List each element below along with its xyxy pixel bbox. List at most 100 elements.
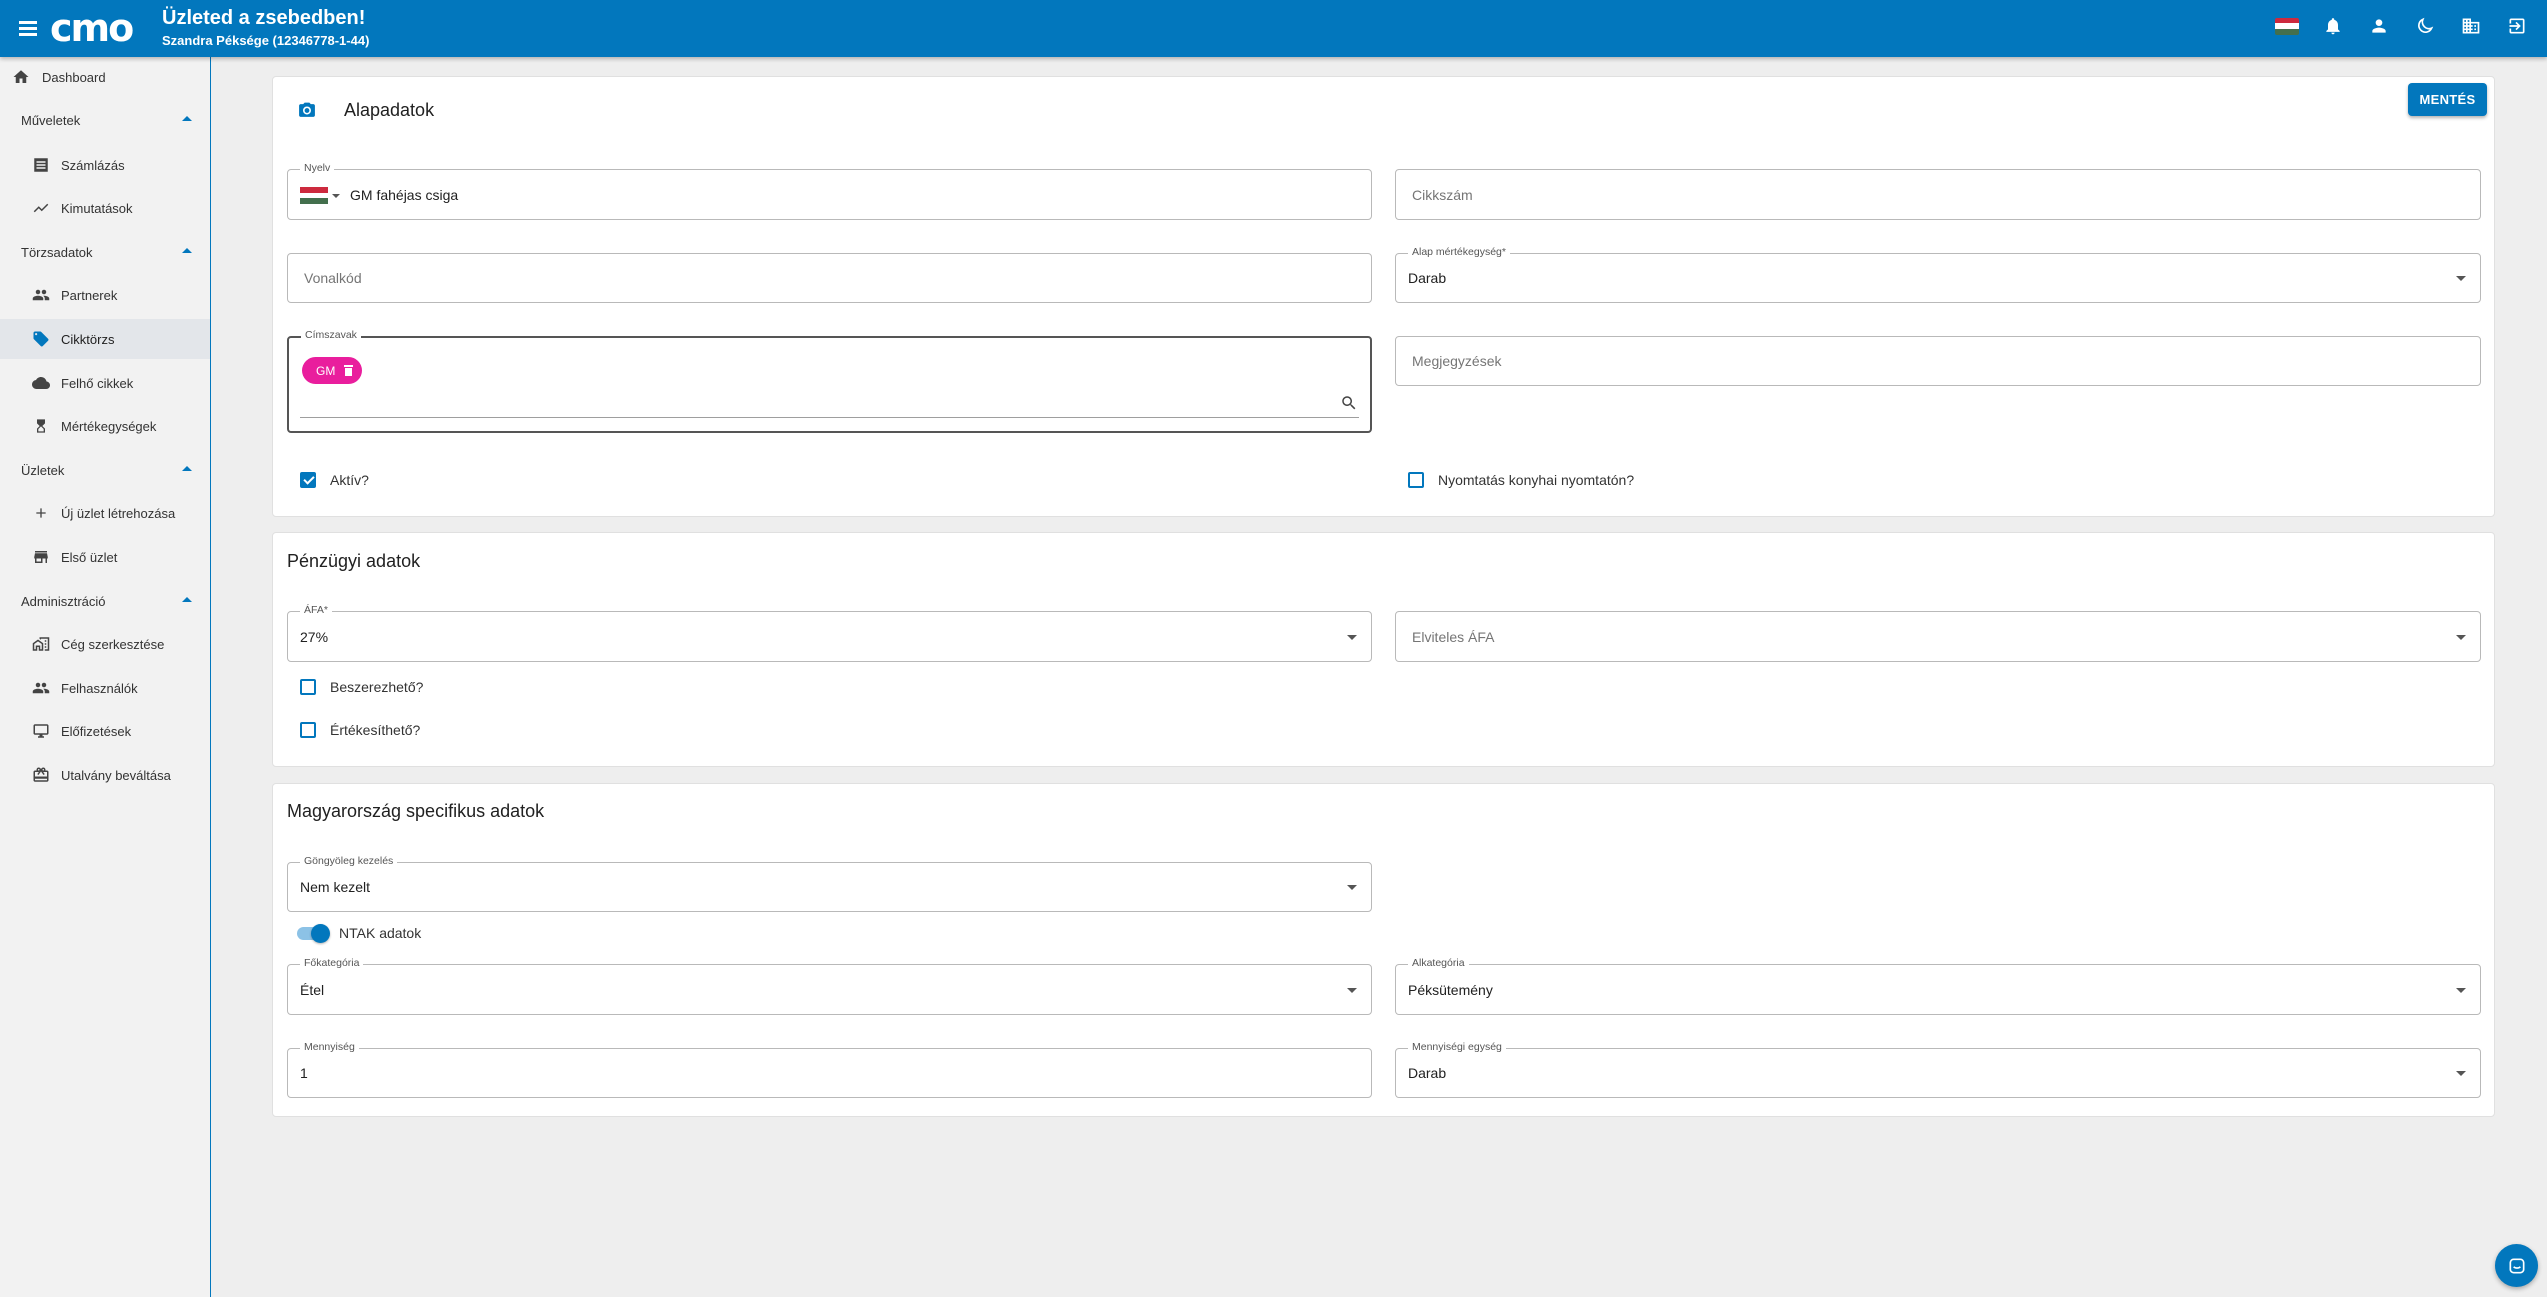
sidebar-item-label: Új üzlet létrehozása xyxy=(61,505,176,521)
roll-handling-select[interactable]: Göngyöleg kezelés Nem kezelt xyxy=(287,855,1372,912)
dark-mode-icon[interactable] xyxy=(2413,14,2437,38)
hungarian-flag-icon[interactable] xyxy=(2275,14,2299,38)
dropdown-arrow-icon xyxy=(1347,634,1357,640)
business-icon[interactable] xyxy=(2459,14,2483,38)
sidebar-item-felho-cikkek[interactable]: Felhő cikkek xyxy=(0,363,210,403)
ntak-label: NTAK adatok xyxy=(339,925,422,941)
quantity-unit-select[interactable]: Mennyiségi egység Darab xyxy=(1395,1041,2481,1098)
sidebar-item-utalvany[interactable]: Utalvány beváltása xyxy=(0,755,210,795)
active-checkbox[interactable] xyxy=(300,472,316,488)
quantity-unit-value: Darab xyxy=(1408,1065,1447,1081)
cloud-icon xyxy=(30,372,52,394)
vat-value: 27% xyxy=(300,628,329,645)
list-icon xyxy=(30,154,52,176)
sidebar-item-felhasznalok[interactable]: Felhasználók xyxy=(0,668,210,708)
main-category-label: Főkategória xyxy=(300,957,364,969)
chevron-up-icon xyxy=(182,597,192,602)
sub-category-select[interactable]: Alkategória Péksütemény xyxy=(1395,957,2481,1015)
sidebar-item-dashboard[interactable]: Dashboard xyxy=(0,57,210,97)
sidebar-item-szamlazas[interactable]: Számlázás xyxy=(0,145,210,185)
bell-icon[interactable] xyxy=(2321,14,2345,38)
sidebar-item-cikktorzs[interactable]: Cikktörzs xyxy=(0,319,210,359)
sidebar-item-partnerek[interactable]: Partnerek xyxy=(0,275,210,315)
delete-icon[interactable] xyxy=(344,365,353,376)
sidebar-item-label: Első üzlet xyxy=(61,549,118,565)
name-field-label: Nyelv xyxy=(300,162,335,174)
base-unit-label: Alap mértékegység* xyxy=(1408,246,1510,258)
dropdown-arrow-icon xyxy=(2456,987,2466,993)
roll-handling-label: Göngyöleg kezelés xyxy=(300,855,398,867)
home-icon xyxy=(10,66,32,88)
kitchen-print-checkbox[interactable] xyxy=(1408,472,1424,488)
name-value: GM fahéjas csiga xyxy=(350,186,459,203)
tags-field[interactable]: Címszavak xyxy=(287,329,1372,433)
quantity-value: 1 xyxy=(300,1065,308,1081)
quantity-label: Mennyiség xyxy=(300,1041,359,1053)
tag-chip[interactable]: GM xyxy=(302,357,362,384)
sidebar-group-label: Törzsadatok xyxy=(21,244,93,260)
chat-icon[interactable] xyxy=(2495,1244,2538,1287)
sidebar: Dashboard Műveletek Számlázás Kimutatáso… xyxy=(0,57,211,1297)
barcode-placeholder: Vonalkód xyxy=(304,270,362,286)
language-flag-icon[interactable] xyxy=(300,187,328,205)
sidebar-item-elofizetesek[interactable]: Előfizetések xyxy=(0,711,210,751)
company-name: Szandra Péksége (12346778-1-44) xyxy=(162,33,370,48)
sidebar-item-label: Utalvány beváltása xyxy=(61,767,171,783)
takeaway-vat-select[interactable]: Elviteles ÁFA xyxy=(1395,611,2481,662)
sidebar-group-uzletek[interactable]: Üzletek xyxy=(0,450,210,490)
sidebar-item-label: Cikktörzs xyxy=(61,331,115,347)
plus-icon xyxy=(30,502,52,524)
quantity-unit-label: Mennyiségi egység xyxy=(1408,1041,1506,1053)
notes-placeholder: Megjegyzések xyxy=(1412,353,1502,369)
trending-up-icon xyxy=(30,197,52,219)
sidebar-item-label: Felhő cikkek xyxy=(61,375,134,391)
sidebar-item-kimutatasok[interactable]: Kimutatások xyxy=(0,188,210,228)
ntak-toggle[interactable] xyxy=(297,924,331,943)
vat-label: ÁFA* xyxy=(300,604,332,616)
dropdown-arrow-icon xyxy=(2456,1071,2466,1076)
purchasable-label: Beszerezhető? xyxy=(330,679,424,695)
logout-icon[interactable] xyxy=(2505,14,2529,38)
dropdown-arrow-icon xyxy=(2456,276,2466,281)
sidebar-item-mertekegysegek[interactable]: Mértékegységek xyxy=(0,406,210,446)
notes-field[interactable]: Megjegyzések xyxy=(1395,336,2481,386)
base-unit-value: Darab xyxy=(1408,270,1447,286)
company-icon xyxy=(30,633,52,655)
chevron-up-icon xyxy=(182,248,192,253)
chevron-down-icon[interactable] xyxy=(332,194,340,198)
search-icon[interactable] xyxy=(1340,394,1358,412)
sidebar-item-uj-uzlet[interactable]: Új üzlet létrehozása xyxy=(0,493,210,533)
sidebar-group-adminisztracio[interactable]: Adminisztráció xyxy=(0,581,210,621)
roll-handling-value: Nem kezelt xyxy=(300,879,371,895)
monitor-icon xyxy=(30,720,52,742)
barcode-field[interactable]: Vonalkód xyxy=(287,253,1372,303)
name-field[interactable]: Nyelv GM fahéjas csiga xyxy=(287,162,1372,220)
sidebar-group-muveletek[interactable]: Műveletek xyxy=(0,100,210,140)
base-unit-select[interactable]: Alap mértékegység* Darab xyxy=(1395,246,2481,303)
sellable-checkbox[interactable] xyxy=(300,722,316,738)
redeem-icon xyxy=(30,764,52,786)
sku-field[interactable]: Cikkszám xyxy=(1395,169,2481,220)
camera-icon[interactable] xyxy=(297,101,319,121)
sidebar-item-label: Partnerek xyxy=(61,287,118,303)
sidebar-group-label: Üzletek xyxy=(21,462,65,478)
app-logo[interactable]: cmo xyxy=(50,9,134,47)
dropdown-arrow-icon xyxy=(2456,634,2466,640)
vat-select[interactable]: ÁFA* 27% xyxy=(287,604,1372,662)
sidebar-group-label: Műveletek xyxy=(21,112,81,128)
main-category-select[interactable]: Főkategória Étel xyxy=(287,957,1372,1015)
account-icon[interactable] xyxy=(2367,14,2391,38)
sidebar-item-label: Cég szerkesztése xyxy=(61,636,165,652)
purchasable-checkbox[interactable] xyxy=(300,679,316,695)
sidebar-item-label: Előfizetések xyxy=(61,723,132,739)
kitchen-print-label: Nyomtatás konyhai nyomtatón? xyxy=(1438,472,1635,488)
sub-category-label: Alkategória xyxy=(1408,957,1469,969)
app-bar: cmo Üzleted a zsebedben! Szandra Péksége… xyxy=(0,0,2547,57)
save-button[interactable]: MENTÉS xyxy=(2408,83,2487,116)
menu-icon[interactable] xyxy=(16,16,40,40)
sidebar-group-torzsadatok[interactable]: Törzsadatok xyxy=(0,232,210,272)
sidebar-item-ceg-szerkesztese[interactable]: Cég szerkesztése xyxy=(0,624,210,664)
sub-category-value: Péksütemény xyxy=(1408,981,1493,998)
sidebar-item-elso-uzlet[interactable]: Első üzlet xyxy=(0,537,210,577)
quantity-field[interactable]: Mennyiség 1 xyxy=(287,1041,1372,1098)
